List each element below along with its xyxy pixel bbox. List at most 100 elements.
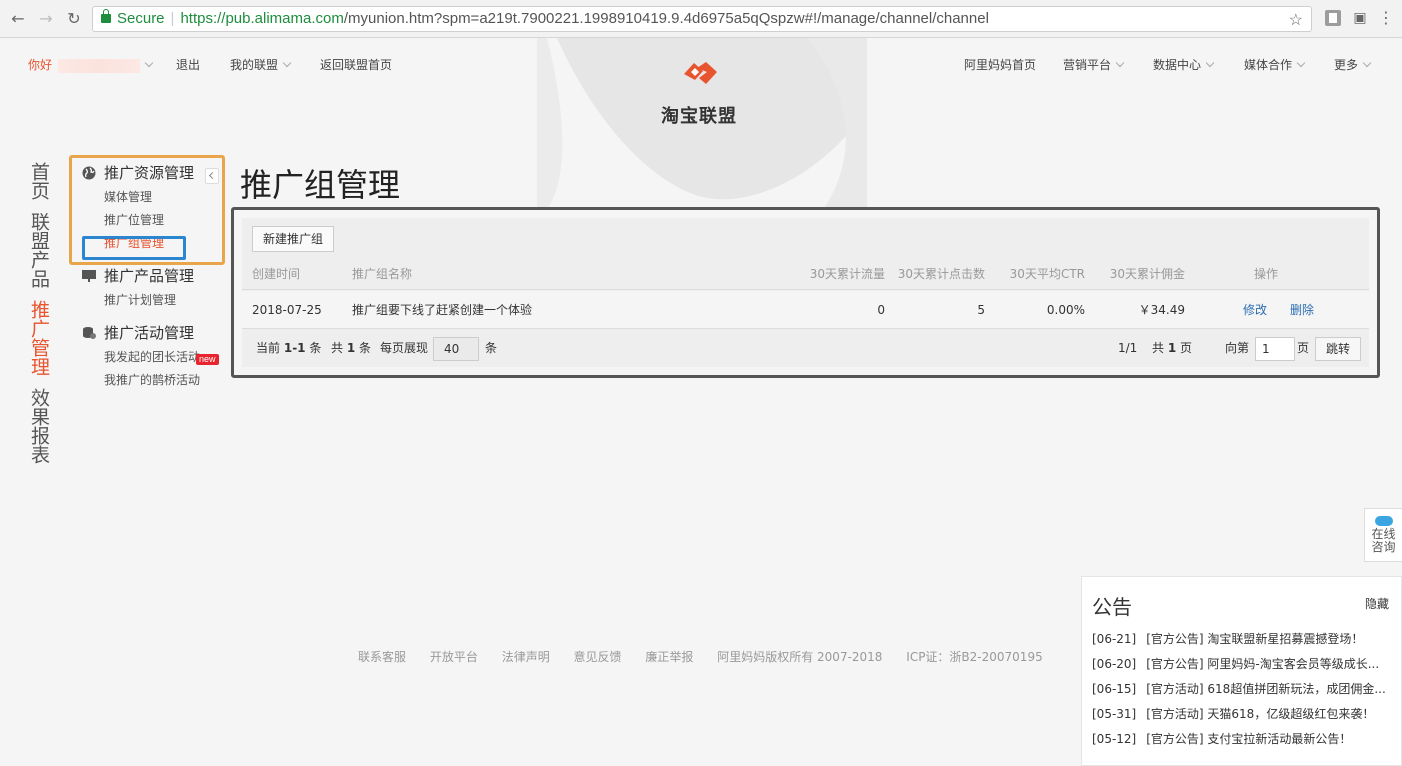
footer-link-report[interactable]: 廉正举报 — [645, 650, 693, 664]
notice-item[interactable]: [06-20] [官方公告] 阿里妈妈-淘宝客会员等级成长... — [1092, 656, 1392, 681]
chevron-down-icon — [1115, 58, 1125, 68]
cell-commission: ￥34.49 — [1138, 303, 1185, 317]
vnav-union-products[interactable]: 联盟产品 — [28, 212, 50, 288]
reload-icon[interactable]: ↻ — [64, 9, 84, 29]
goto-page-input[interactable]: 1 — [1255, 337, 1295, 361]
per-page-label: 每页展现 — [380, 341, 429, 355]
footer-copyright: 阿里妈妈版权所有 2007-2018 — [717, 650, 883, 664]
sidebar-group-products[interactable]: 推广产品管理 — [72, 263, 224, 289]
chevron-down-icon — [1296, 58, 1306, 68]
pager-total-value: 1 — [346, 341, 356, 355]
col-name: 推广组名称 — [352, 267, 413, 281]
notice-list: [06-21] [官方公告] 淘宝联盟新星招募震撼登场！ [06-20] [官方公告… — [1092, 631, 1392, 756]
notice-item[interactable]: [06-15] [官方活动] 618超值拼团新玩法，成团佣金... — [1092, 681, 1392, 706]
consult-line2: 咨询 — [1371, 540, 1396, 554]
browser-toolbar: ← → ↻ Secure | https://pub.alimama.com/myu… — [0, 0, 1402, 38]
marketing-label: 营销平台 — [1063, 58, 1112, 72]
footer-link-open-platform[interactable]: 开放平台 — [430, 650, 478, 664]
vnav-home[interactable]: 首页 — [28, 162, 50, 200]
my-union-menu[interactable]: 我的联盟 — [230, 56, 292, 73]
online-consult-button[interactable]: 在线 咨询 — [1364, 508, 1402, 562]
back-home-link[interactable]: 返回联盟首页 — [320, 56, 392, 73]
goto-button[interactable]: 跳转 — [1315, 337, 1362, 361]
notice-item[interactable]: [05-12] [官方公告] 支付宝拉新活动最新公告！ — [1092, 731, 1392, 756]
notice-text: [官方活动] 天猫618，亿级超级红包来袭！ — [1146, 707, 1375, 721]
taobao-union-logo-icon[interactable] — [681, 60, 719, 86]
footer-links: 联系客服 开放平台 法律声明 意见反馈 廉正举报 阿里妈妈版权所有 2007-2… — [358, 648, 1063, 665]
vnav-promotion-management[interactable]: 推广管理 — [28, 300, 50, 376]
url-separator: | — [170, 10, 175, 27]
pager-current: 当前 1-1 条 — [256, 330, 321, 367]
delete-link[interactable]: 删除 — [1290, 291, 1314, 329]
sidebar-group-label: 推广产品管理 — [104, 267, 195, 285]
sidebar-group-label: 推广活动管理 — [104, 324, 195, 342]
forward-icon[interactable]: → — [36, 9, 56, 29]
col-actions: 操作 — [1254, 267, 1279, 281]
total-pages: 共 1 页 — [1152, 330, 1192, 367]
lock-icon — [101, 9, 111, 23]
notice-date: [06-21] — [1092, 632, 1137, 646]
cell-name: 推广组要下线了赶紧创建一个体验 — [352, 303, 533, 317]
coins-icon — [83, 327, 96, 339]
col-created: 创建时间 — [252, 267, 301, 281]
data-center-menu[interactable]: 数据中心 — [1153, 56, 1215, 73]
pager-total: 共 1 条 — [331, 330, 371, 367]
my-union-label: 我的联盟 — [230, 58, 279, 72]
notice-hide-button[interactable]: 隐藏 — [1365, 595, 1389, 612]
pager-current-prefix: 当前 — [256, 341, 281, 355]
media-coop-menu[interactable]: 媒体合作 — [1244, 56, 1306, 73]
notice-item[interactable]: [06-21] [官方公告] 淘宝联盟新星招募震撼登场！ — [1092, 631, 1392, 656]
consult-line1: 在线 — [1371, 527, 1396, 541]
footer-icp: ICP证：浙B2-20070195 — [906, 650, 1043, 664]
new-badge: new — [196, 354, 219, 365]
footer-link-feedback[interactable]: 意见反馈 — [574, 650, 622, 664]
pager-total-prefix: 共 — [331, 341, 344, 355]
page-unit: 页 — [1180, 341, 1193, 355]
notice-date: [06-20] — [1092, 657, 1137, 671]
camera-icon[interactable]: ▣ — [1352, 10, 1368, 26]
sidebar-item-plans[interactable]: 推广计划管理 — [72, 289, 224, 312]
extension-icon[interactable] — [1325, 10, 1341, 26]
notice-date: [06-15] — [1092, 682, 1137, 696]
per-page-select[interactable]: 40 — [433, 337, 479, 361]
chat-cloud-icon — [1374, 516, 1393, 526]
vertical-main-nav: 首页 联盟产品 推广管理 效果报表 — [28, 162, 50, 476]
edit-link[interactable]: 修改 — [1243, 291, 1267, 329]
footer-link-support[interactable]: 联系客服 — [358, 650, 406, 664]
logout-link[interactable]: 退出 — [176, 56, 200, 73]
alimama-home-link[interactable]: 阿里妈妈首页 — [964, 56, 1036, 73]
col-clicks: 30天累计点击数 — [897, 267, 985, 281]
cell-ctr: 0.00% — [1046, 303, 1085, 317]
url-path: /myunion.htm?spm=a219t.7900221.199891041… — [343, 10, 989, 27]
marketing-menu[interactable]: 营销平台 — [1063, 56, 1125, 73]
address-bar[interactable]: Secure | https://pub.alimama.com/myunion.h… — [92, 6, 1312, 32]
data-center-label: 数据中心 — [1153, 58, 1202, 72]
notice-text: [官方公告] 阿里妈妈-淘宝客会员等级成长... — [1146, 657, 1380, 671]
per-page-unit: 条 — [485, 341, 498, 355]
sidebar-group-activities[interactable]: 推广活动管理 — [72, 320, 224, 346]
sidebar-item-bridge-activities[interactable]: 我推广的鹊桥活动 — [72, 369, 224, 392]
total-pages-value: 1 — [1167, 341, 1177, 355]
vnav-reports[interactable]: 效果报表 — [28, 388, 50, 464]
new-promo-group-button[interactable]: 新建推广组 — [252, 226, 335, 252]
username-redacted — [58, 58, 141, 73]
cell-clicks: 5 — [977, 303, 985, 317]
footer-link-legal[interactable]: 法律声明 — [502, 650, 550, 664]
bookmark-star-icon[interactable]: ☆ — [1289, 9, 1303, 31]
menu-icon[interactable]: ⋮ — [1378, 10, 1394, 26]
notice-text: [官方公告] 支付宝拉新活动最新公告！ — [1146, 732, 1352, 746]
logo-text: 淘宝联盟 — [661, 106, 737, 127]
back-icon[interactable]: ← — [8, 9, 28, 29]
greeting: 你好 — [28, 58, 53, 72]
secure-label: Secure — [117, 10, 165, 27]
notice-title: 公告 — [1092, 595, 1132, 619]
notice-item[interactable]: [05-31] [官方活动] 天猫618，亿级超级红包来袭！ — [1092, 706, 1392, 731]
cell-traffic: 0 — [877, 303, 885, 317]
chevron-down-icon — [144, 58, 154, 68]
notice-date: [05-31] — [1092, 707, 1137, 721]
notice-date: [05-12] — [1092, 732, 1137, 746]
page-title: 推广组管理 — [240, 166, 401, 204]
pager-unit: 条 — [309, 341, 322, 355]
more-menu[interactable]: 更多 — [1334, 56, 1372, 73]
user-menu[interactable]: 你好 — [28, 56, 154, 73]
